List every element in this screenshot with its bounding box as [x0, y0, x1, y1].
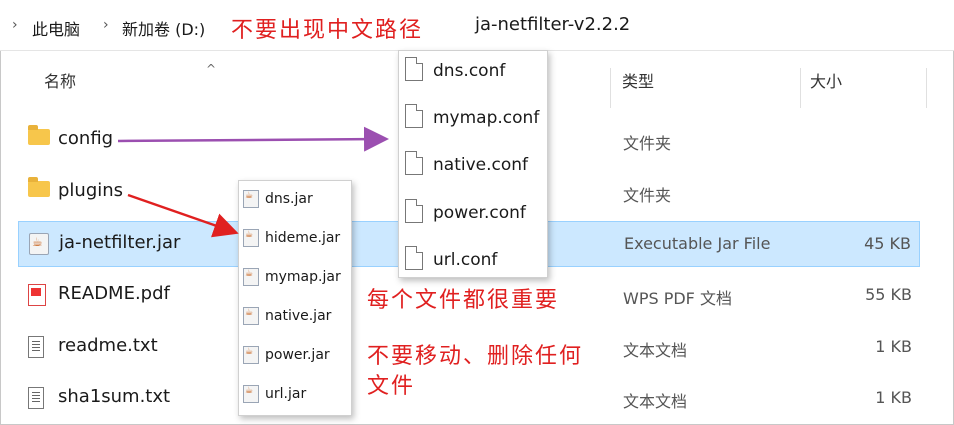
plugins-arrow [127, 193, 239, 238]
important-note: 每个文件都很重要 [367, 288, 560, 313]
config-arrow [117, 126, 389, 152]
do-not-move-note: 不要移动、删除任何文件 [367, 344, 584, 399]
